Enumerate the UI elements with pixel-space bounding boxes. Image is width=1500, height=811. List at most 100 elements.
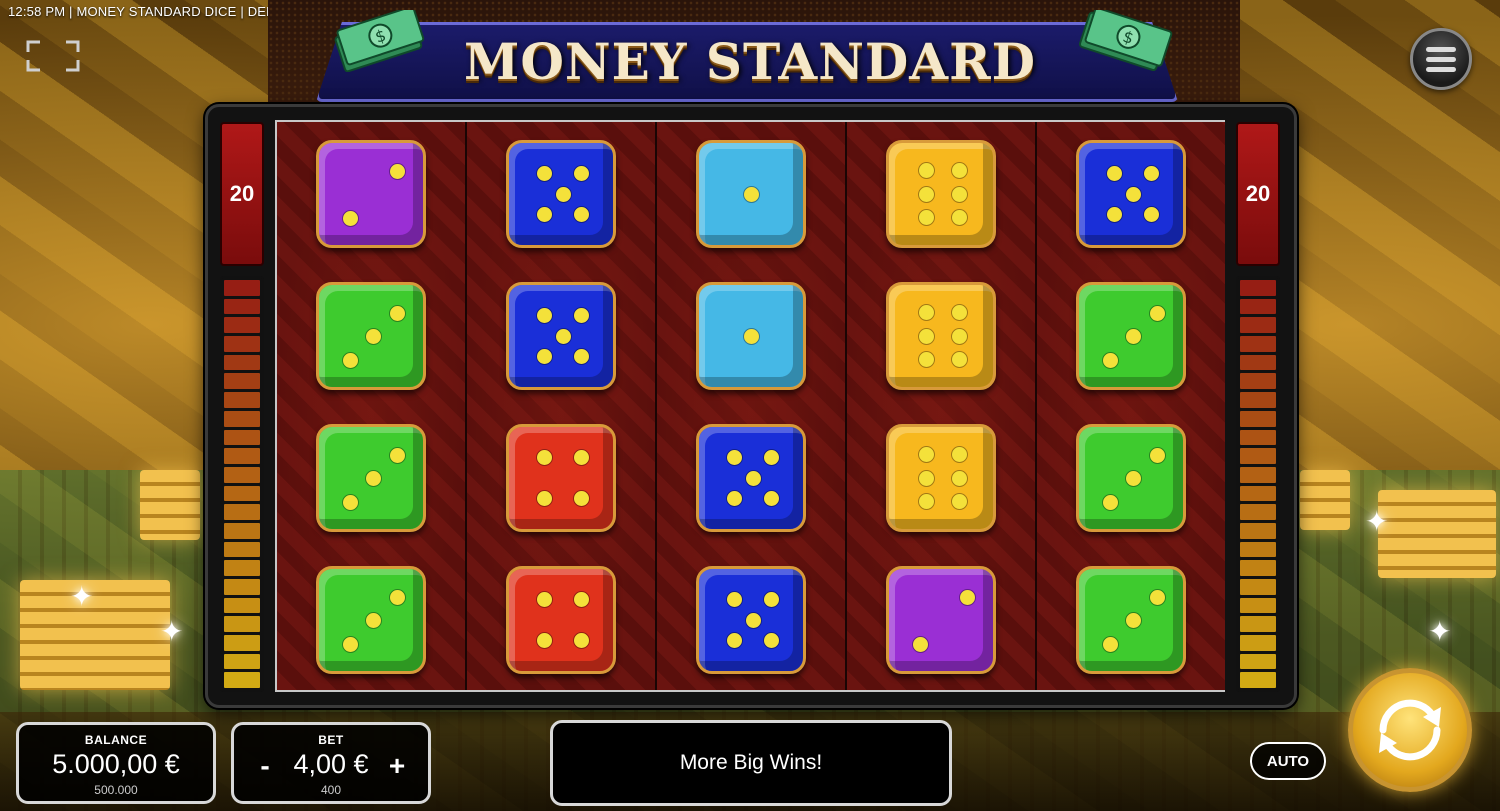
die-pip <box>764 592 780 608</box>
fullscreen-icon[interactable] <box>26 40 80 72</box>
meter-segment <box>1240 410 1276 427</box>
die-pip <box>726 592 742 608</box>
die-green-3 <box>1076 424 1186 532</box>
meter-segment <box>1240 466 1276 483</box>
die-pip <box>745 612 761 628</box>
meter-segment <box>1240 672 1276 689</box>
die-pip <box>918 351 934 367</box>
die-pip <box>536 166 552 182</box>
reel-separator <box>465 122 467 690</box>
die-pip <box>1102 636 1118 652</box>
meter-segment <box>224 485 260 502</box>
meter-segment <box>1240 354 1276 371</box>
balance-value: 5.000,00 € <box>52 749 180 779</box>
meter-segment <box>224 672 260 689</box>
meter-segment <box>224 560 260 576</box>
die-green-3 <box>1076 566 1186 674</box>
die-lightblue-1 <box>696 140 806 248</box>
die-purple-2 <box>316 140 426 248</box>
sparkle-icon: ✦ <box>160 616 184 647</box>
die-blue-5 <box>1076 140 1186 248</box>
meter-segment <box>224 541 260 558</box>
die-red-4 <box>506 424 616 532</box>
meter-segment <box>224 373 260 390</box>
meter-segment <box>224 429 260 446</box>
sparkle-icon: ✦ <box>1365 506 1389 537</box>
die-pip <box>389 448 405 464</box>
die-pip <box>952 493 968 509</box>
money-stack-icon-right: $ <box>1075 7 1175 72</box>
die-pip <box>952 163 968 179</box>
die-pip <box>574 490 590 506</box>
meter-segment <box>1240 560 1276 576</box>
die-pip <box>726 632 742 648</box>
die-red-4 <box>506 566 616 674</box>
die-pip <box>918 328 934 344</box>
die-purple-2 <box>886 566 996 674</box>
message-text: More Big Wins! <box>679 751 823 774</box>
die-pip <box>555 328 571 344</box>
die-pip <box>1106 166 1122 182</box>
meter-segment <box>1240 280 1276 296</box>
gold-bars-right-2 <box>1300 470 1350 530</box>
die-pip <box>918 470 934 486</box>
die-pip <box>536 348 552 364</box>
game-title: MONEY STANDARD DICE <box>464 32 1036 155</box>
die-pip <box>918 186 934 202</box>
die-blue-5 <box>506 282 616 390</box>
meter-segment <box>224 280 260 296</box>
meter-segment <box>1240 579 1276 595</box>
die-pip <box>574 308 590 324</box>
die-pip <box>342 352 358 368</box>
meter-segment <box>1240 485 1276 502</box>
die-pip <box>726 450 742 466</box>
die-pip <box>1125 612 1141 628</box>
die-pip <box>952 351 968 367</box>
die-pip <box>918 447 934 463</box>
die-pip <box>1149 590 1165 606</box>
die-pip <box>1102 352 1118 368</box>
die-pip <box>574 592 590 608</box>
reel-separator <box>845 122 847 690</box>
die-pip <box>952 186 968 202</box>
bet-increase-button[interactable]: + <box>382 751 412 781</box>
gold-bars-left <box>20 580 170 690</box>
die-pip <box>952 305 968 321</box>
die-pip <box>952 328 968 344</box>
meter-segment <box>1240 429 1276 446</box>
die-pip <box>574 632 590 648</box>
die-green-3 <box>316 282 426 390</box>
die-green-3 <box>316 566 426 674</box>
meter-segment <box>224 579 260 595</box>
meter-segment <box>224 616 260 633</box>
die-pip <box>1102 494 1118 510</box>
die-pip <box>764 490 780 506</box>
die-pip <box>764 450 780 466</box>
die-pip <box>764 632 780 648</box>
meter-segment <box>1240 448 1276 464</box>
status-bar-text: 12:58 PM | MONEY STANDARD DICE | DEMO <box>8 4 288 19</box>
die-pip <box>1144 166 1160 182</box>
die-pip <box>536 490 552 506</box>
spin-button[interactable] <box>1348 668 1472 792</box>
die-green-3 <box>1076 282 1186 390</box>
hamburger-menu-icon[interactable] <box>1410 28 1472 90</box>
meter-segment <box>224 354 260 371</box>
win-meter-left <box>220 276 264 692</box>
lines-indicator-right: 20 <box>1236 122 1280 266</box>
auto-play-button[interactable]: AUTO <box>1250 742 1326 780</box>
die-pip <box>342 636 358 652</box>
die-pip <box>1144 206 1160 222</box>
meter-segment <box>224 336 260 352</box>
die-pip <box>1125 470 1141 486</box>
meter-segment <box>1240 635 1276 651</box>
balance-credits: 500.000 <box>94 783 138 797</box>
die-pip <box>952 209 968 225</box>
die-pip <box>726 490 742 506</box>
meter-segment <box>224 466 260 483</box>
die-blue-5 <box>696 424 806 532</box>
reel-area <box>275 120 1225 692</box>
die-blue-5 <box>506 140 616 248</box>
reel-separator <box>655 122 657 690</box>
win-meter-right <box>1236 276 1280 692</box>
